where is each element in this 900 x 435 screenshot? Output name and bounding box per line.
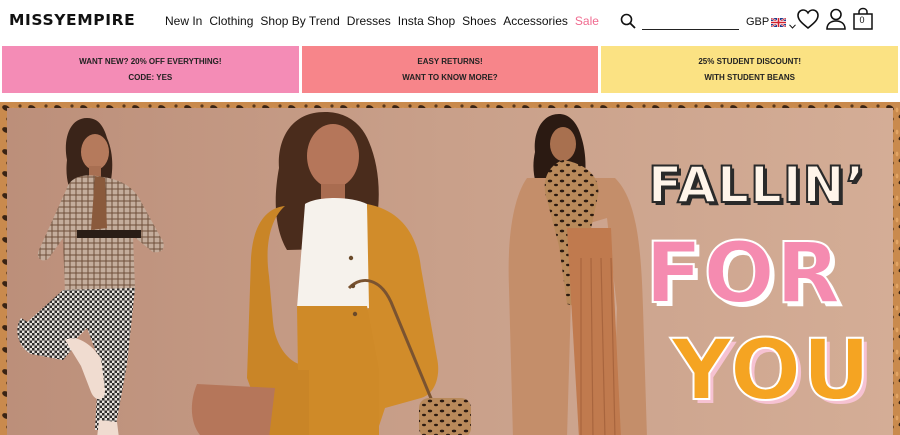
search-input[interactable]	[642, 11, 739, 30]
promo-discount-line2: CODE: YES	[128, 72, 173, 82]
promo-returns[interactable]: EASY RETURNS! WANT TO KNOW MORE?	[301, 46, 599, 93]
hero-headline-you: YOU	[670, 321, 872, 419]
promo-discount-line1: WANT NEW? 20% OFF EVERYTHING!	[79, 57, 222, 67]
promo-discount[interactable]: WANT NEW? 20% OFF EVERYTHING! CODE: YES	[2, 46, 299, 93]
nav-item-shoes[interactable]: Shoes	[462, 14, 496, 28]
user-icon[interactable]	[824, 7, 848, 31]
currency-selector[interactable]: GBP	[746, 16, 797, 29]
hero-photo: FALLIN’ FOR YOU	[7, 108, 893, 435]
nav-item-new-in[interactable]: New In	[165, 14, 202, 28]
promo-student[interactable]: 25% STUDENT DISCOUNT! WITH STUDENT BEANS	[601, 46, 899, 93]
hero-headline-fallin: FALLIN’	[647, 156, 866, 214]
promo-student-line1: 25% STUDENT DISCOUNT!	[698, 57, 802, 67]
nav-item-dresses[interactable]: Dresses	[347, 14, 391, 28]
nav-item-shop-by-trend[interactable]: Shop By Trend	[260, 14, 339, 28]
main-nav: New In Clothing Shop By Trend Dresses In…	[165, 14, 606, 28]
nav-item-insta-shop[interactable]: Insta Shop	[398, 14, 455, 28]
hero-headline-for: FOR	[644, 224, 842, 322]
currency-label: GBP	[746, 16, 770, 28]
nav-item-accessories[interactable]: Accessories	[503, 14, 568, 28]
promo-returns-line1: EASY RETURNS!	[417, 57, 483, 67]
nav-item-sale[interactable]: Sale	[575, 14, 599, 28]
hero-banner[interactable]: FALLIN’ FOR YOU	[0, 102, 900, 435]
nav-item-clothing[interactable]: Clothing	[209, 14, 253, 28]
promo-returns-line2: WANT TO KNOW MORE?	[402, 72, 498, 82]
heart-icon[interactable]	[796, 7, 820, 31]
promo-strip: WANT NEW? 20% OFF EVERYTHING! CODE: YES …	[2, 46, 899, 93]
shopping-bag-icon[interactable]: 0	[851, 7, 875, 31]
promo-student-line2: WITH STUDENT BEANS	[704, 72, 796, 82]
site-header: MISSYEMPIRE New In Clothing Shop By Tren…	[0, 0, 900, 44]
bag-count: 0	[859, 15, 865, 25]
search-icon[interactable]	[620, 13, 636, 29]
brand-logo[interactable]: MISSYEMPIRE	[9, 11, 135, 29]
uk-flag-icon	[770, 16, 787, 28]
